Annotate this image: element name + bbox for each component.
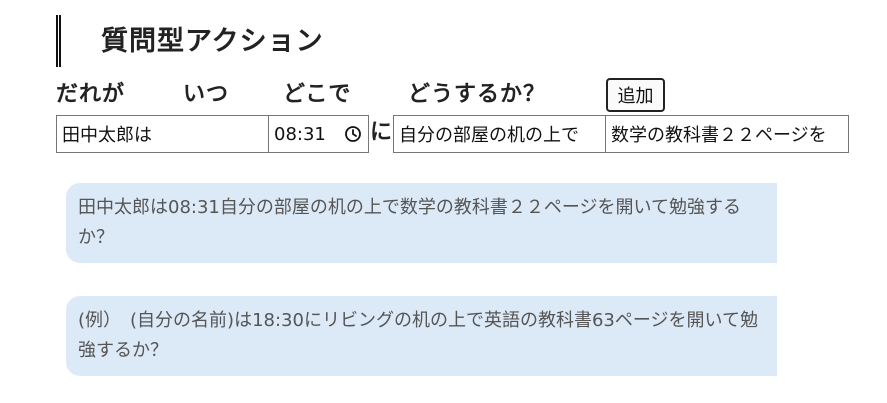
page-title-text: 質問型アクション <box>101 25 324 57</box>
page-title: 質問型アクション <box>56 15 324 67</box>
generated-question-bubble: 田中太郎は08:31自分の部屋の机の上で数学の教科書２２ページを開いて勉強するか… <box>66 183 777 263</box>
time-value: 08:31 <box>274 123 326 145</box>
question-action-page: 質問型アクション だれが いつ どこで どうするか？ 追加 田中太郎は 08:3… <box>0 0 887 403</box>
label-what: どうするか？ <box>408 82 547 107</box>
clock-icon[interactable] <box>344 125 362 143</box>
who-input[interactable]: 田中太郎は <box>56 115 269 153</box>
what-input[interactable]: 数学の教科書２２ページを <box>605 115 849 153</box>
time-input[interactable]: 08:31 <box>268 115 369 153</box>
where-input[interactable]: 自分の部屋の机の上で <box>393 115 606 153</box>
add-button[interactable]: 追加 <box>606 78 665 112</box>
label-where: どこで <box>283 82 352 107</box>
example-question-bubble: (例） (自分の名前)は18:30にリビングの机の上で英語の教科書63ページを開… <box>66 296 777 376</box>
label-when: いつ <box>183 82 230 107</box>
particle-ni-label: に <box>370 120 393 145</box>
label-who: だれが <box>56 82 126 107</box>
